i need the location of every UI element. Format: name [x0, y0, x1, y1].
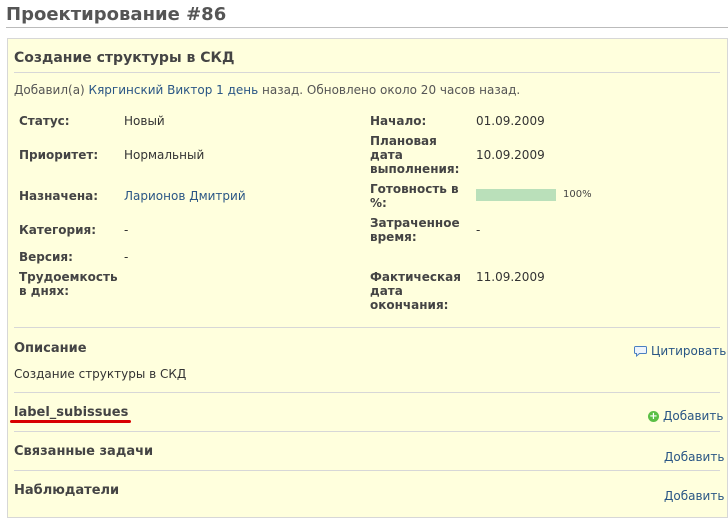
- priority-label: Приоритет:: [19, 148, 99, 162]
- done-ratio-value: 100%: [563, 189, 592, 200]
- start-date-value: 01.09.2009: [476, 114, 545, 128]
- description-divider: [14, 392, 720, 393]
- speech-bubble-icon: [634, 346, 647, 357]
- subject-divider: [14, 72, 720, 73]
- add-watcher-button[interactable]: Добавить: [664, 489, 724, 503]
- watchers-title: Наблюдатели: [14, 483, 120, 498]
- author-line: Добавил(а) Кяргинский Виктор 1 день наза…: [14, 83, 520, 97]
- actual-end-value: 11.09.2009: [476, 270, 545, 284]
- version-label: Версия:: [19, 250, 73, 264]
- red-highlight-underline: [10, 420, 131, 423]
- author-prefix: Добавил(а): [14, 83, 89, 97]
- category-label: Категория:: [19, 223, 97, 237]
- description-title: Описание: [14, 341, 87, 356]
- done-ratio-label: Готовность в %:: [370, 182, 459, 210]
- spent-time-label: Затраченное время:: [370, 216, 460, 244]
- add-watcher-label: Добавить: [664, 489, 725, 503]
- done-ratio-progress-bar: [476, 189, 556, 201]
- quote-button[interactable]: Цитировать: [634, 344, 726, 358]
- author-link[interactable]: Кяргинский Виктор: [89, 83, 213, 97]
- version-value: -: [124, 250, 129, 264]
- priority-value: Нормальный: [124, 148, 205, 162]
- category-value: -: [124, 223, 129, 237]
- relations-divider: [14, 470, 720, 471]
- attributes-divider: [14, 327, 720, 328]
- subissues-title: label_subissues: [14, 405, 129, 420]
- due-date-value: 10.09.2009: [476, 148, 545, 162]
- done-ratio-progress-fill: [476, 189, 556, 201]
- assigned-label: Назначена:: [19, 189, 99, 203]
- status-label: Статус:: [19, 114, 70, 128]
- age-link[interactable]: 1 день: [216, 83, 258, 97]
- add-relation-button[interactable]: Добавить: [664, 450, 724, 464]
- author-suffix: назад. Обновлено около 20 часов назад.: [258, 83, 521, 97]
- labor-label: Трудоемкость в днях:: [19, 270, 118, 298]
- due-date-label: Плановая дата выполнения:: [370, 134, 460, 176]
- start-date-label: Начало:: [370, 114, 427, 128]
- green-plus-circle-icon: +: [648, 410, 659, 422]
- add-subissue-label: Добавить: [663, 409, 724, 423]
- relations-title: Связанные задачи: [14, 444, 154, 459]
- add-subissue-button[interactable]: + Добавить: [648, 409, 723, 423]
- status-value: Новый: [124, 114, 165, 128]
- quote-label: Цитировать: [651, 344, 727, 358]
- add-relation-label: Добавить: [664, 450, 725, 464]
- issue-subject: Создание структуры в СКД: [14, 50, 235, 66]
- title-divider: [6, 27, 728, 28]
- page-title: Проектирование #86: [6, 4, 227, 25]
- subissues-divider: [14, 431, 720, 432]
- assigned-link[interactable]: Ларионов Дмитрий: [124, 189, 246, 203]
- actual-end-label: Фактическая дата окончания:: [370, 270, 461, 312]
- spent-time-value: -: [476, 223, 481, 237]
- description-text: Создание структуры в СКД: [14, 367, 187, 381]
